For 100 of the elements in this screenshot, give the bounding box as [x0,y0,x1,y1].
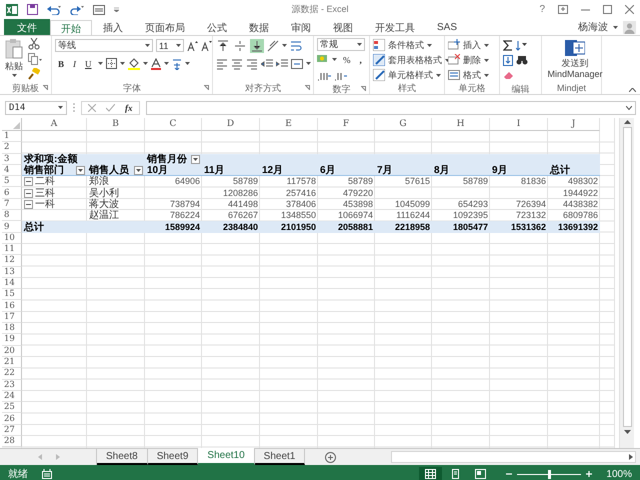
close-icon[interactable] [625,5,634,14]
sheet-tab[interactable]: Sheet10 [198,448,255,465]
shrink-font-icon[interactable] [201,40,212,51]
row-header[interactable]: 11 [2,244,22,256]
ribbon-tab[interactable]: 数据 [238,19,280,35]
insert-function-button[interactable]: fx [125,102,132,112]
increase-indent-icon[interactable] [276,58,288,70]
italic-button[interactable]: I [70,58,80,68]
borders-icon[interactable] [106,58,117,69]
collapse-icon[interactable] [24,188,33,198]
zoom-out-icon[interactable] [506,471,512,477]
caret-icon[interactable] [164,62,169,65]
maximize-icon[interactable] [603,5,612,14]
customize-caret-icon[interactable] [114,7,119,12]
macro-record-icon[interactable] [42,469,52,479]
row-header[interactable]: 2 [2,142,22,154]
row-header[interactable]: 6 [2,187,22,199]
align-bottom-button[interactable] [250,38,264,52]
collapse-icon[interactable] [24,177,33,186]
ribbon-tab[interactable]: SAS [426,19,468,35]
ribbon-tab[interactable]: 公式 [196,19,238,35]
dialog-launcher-icon[interactable] [361,86,366,91]
zoom-level[interactable]: 100% [606,468,632,480]
collapse-icon[interactable] [24,200,33,209]
zoom-in-icon[interactable] [586,471,592,477]
column-header[interactable]: I [490,118,548,131]
column-header[interactable]: A [22,118,87,131]
caret-icon[interactable] [332,58,337,61]
scroll-right-icon[interactable] [629,454,633,460]
row-header[interactable]: 3 [2,154,22,165]
row-header[interactable]: 21 [2,356,22,368]
caret-icon[interactable] [184,62,190,65]
paste-caret-icon[interactable] [12,74,16,77]
scroll-down-icon[interactable] [624,430,630,434]
normal-view-button[interactable] [419,467,442,480]
row-header[interactable]: 18 [2,323,22,334]
caret-icon[interactable] [484,44,489,46]
paste-button[interactable]: 粘贴 [3,38,25,82]
insert-cells-button[interactable]: 插入 [448,38,489,52]
align-top-button[interactable] [216,38,230,52]
row-header[interactable]: 14 [2,278,22,290]
eraser-icon[interactable] [503,71,514,80]
row-header[interactable]: 15 [2,289,22,300]
ribbon-tab[interactable]: 视图 [322,19,364,35]
caret-icon[interactable] [427,44,432,46]
number-format-dropdown[interactable]: 常规 [317,38,365,51]
row-header[interactable]: 1 [2,131,22,142]
send-to-mindmanager-button[interactable]: 发送到 MindManager [545,38,605,82]
column-header[interactable]: D [202,118,260,131]
row-header[interactable]: 17 [2,312,22,324]
grow-font-icon[interactable] [187,40,198,51]
column-header[interactable]: B [87,118,145,131]
caret-icon[interactable] [145,44,150,47]
row-header[interactable]: 25 [2,402,22,414]
delete-cells-button[interactable]: 删除 [448,53,489,67]
caret-icon[interactable] [120,62,125,65]
row-header[interactable]: 9 [2,221,22,233]
bold-button[interactable]: B [55,58,68,68]
increase-decimal-icon[interactable] [317,70,331,80]
column-header[interactable]: H [432,118,490,131]
phonetic-guide-icon[interactable] [172,58,182,70]
user-name[interactable]: 杨海波 [578,20,608,34]
caret-icon[interactable] [436,74,441,76]
align-center-icon[interactable] [231,58,243,70]
dialog-launcher-icon[interactable] [43,85,48,90]
fill-down-icon[interactable] [503,55,513,66]
collapse-ribbon-icon[interactable] [629,88,636,92]
align-left-icon[interactable] [216,58,228,70]
row-header[interactable]: 24 [2,390,22,402]
row-header[interactable]: 28 [2,436,22,448]
sort-filter-icon[interactable] [516,40,528,51]
orientation-icon[interactable] [267,40,279,52]
merge-cells-icon[interactable] [291,58,303,70]
row-header[interactable]: 16 [2,300,22,312]
column-header[interactable]: J [548,118,600,131]
ribbon-tab[interactable]: 页面布局 [134,19,196,35]
ribbon-tab[interactable]: 开始 [50,20,92,36]
column-header[interactable]: E [260,118,318,131]
filter-dropdown-button[interactable] [76,166,85,176]
column-header[interactable]: G [375,118,432,131]
format-as-table-button[interactable]: 套用表格格式 [373,53,450,67]
align-middle-button[interactable] [233,38,247,52]
column-header[interactable]: F [318,118,375,131]
horizontal-scrollbar[interactable] [391,451,636,463]
percent-button[interactable]: % [340,54,354,64]
font-color-icon[interactable] [150,58,161,70]
form-icon[interactable] [93,4,105,14]
align-right-icon[interactable] [246,58,258,70]
format-cells-button[interactable]: 格式 [448,68,489,82]
add-sheet-icon[interactable] [325,452,336,462]
row-header[interactable]: 22 [2,368,22,380]
row-header[interactable]: 5 [2,176,22,188]
redo-icon[interactable] [70,4,84,14]
font-name-dropdown[interactable]: 等线 [55,39,153,52]
caret-icon[interactable] [613,26,618,28]
caret-icon[interactable] [282,44,287,47]
vertical-scrollbar[interactable] [619,118,634,448]
ribbon-display-icon[interactable] [558,5,568,14]
font-size-dropdown[interactable]: 11 [156,39,184,52]
caret-icon[interactable] [176,44,181,47]
